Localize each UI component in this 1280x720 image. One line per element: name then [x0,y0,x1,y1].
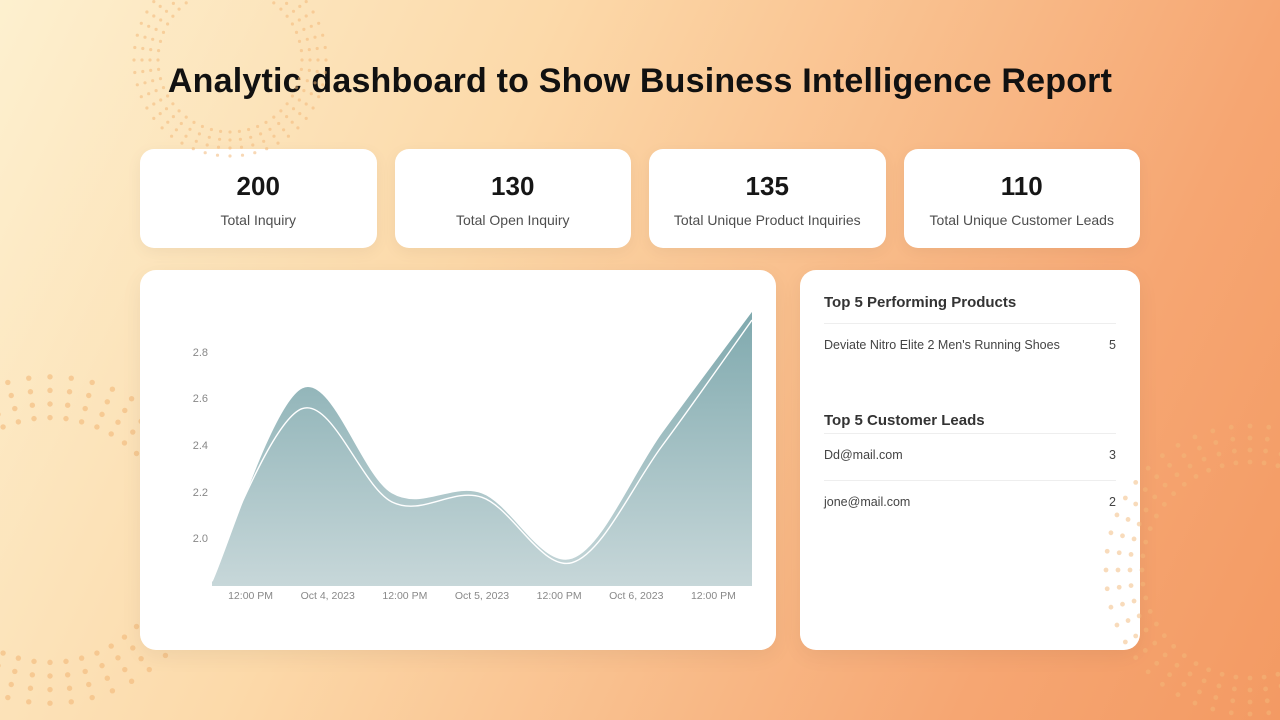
stats-row: 200 Total Inquiry 130 Total Open Inquiry… [0,101,1280,248]
list-item: Dd@mail.com 3 [824,433,1116,476]
chart-x-ticks: 12:00 PMOct 4, 202312:00 PMOct 5, 202312… [212,590,752,602]
chart-card: 2.02.22.42.62.8 12:00 PMOct 4, 202312:00… [140,270,776,650]
product-count: 5 [1109,338,1116,352]
stat-label: Total Unique Product Inquiries [663,212,872,228]
lead-name: jone@mail.com [824,495,910,509]
stat-card: 135 Total Unique Product Inquiries [649,149,886,248]
stat-label: Total Inquiry [154,212,363,228]
side-card: Top 5 Performing Products Deviate Nitro … [800,270,1140,650]
list-item: Deviate Nitro Elite 2 Men's Running Shoe… [824,323,1116,366]
stat-card: 130 Total Open Inquiry [395,149,632,248]
top-products-title: Top 5 Performing Products [824,294,1116,311]
stat-card: 110 Total Unique Customer Leads [904,149,1141,248]
stat-label: Total Unique Customer Leads [918,212,1127,228]
lead-count: 2 [1109,495,1116,509]
product-name: Deviate Nitro Elite 2 Men's Running Shoe… [824,338,1060,352]
stat-value: 130 [409,171,618,202]
page-title: Analytic dashboard to Show Business Inte… [0,0,1280,101]
stat-value: 200 [154,171,363,202]
top-leads-title: Top 5 Customer Leads [824,412,1116,429]
lead-name: Dd@mail.com [824,448,903,462]
stat-label: Total Open Inquiry [409,212,618,228]
chart-y-ticks: 2.02.22.42.62.8 [178,306,208,586]
stat-value: 135 [663,171,872,202]
list-item: jone@mail.com 2 [824,480,1116,523]
lead-count: 3 [1109,448,1116,462]
chart-plot [212,306,752,586]
stat-value: 110 [918,171,1127,202]
stat-card: 200 Total Inquiry [140,149,377,248]
